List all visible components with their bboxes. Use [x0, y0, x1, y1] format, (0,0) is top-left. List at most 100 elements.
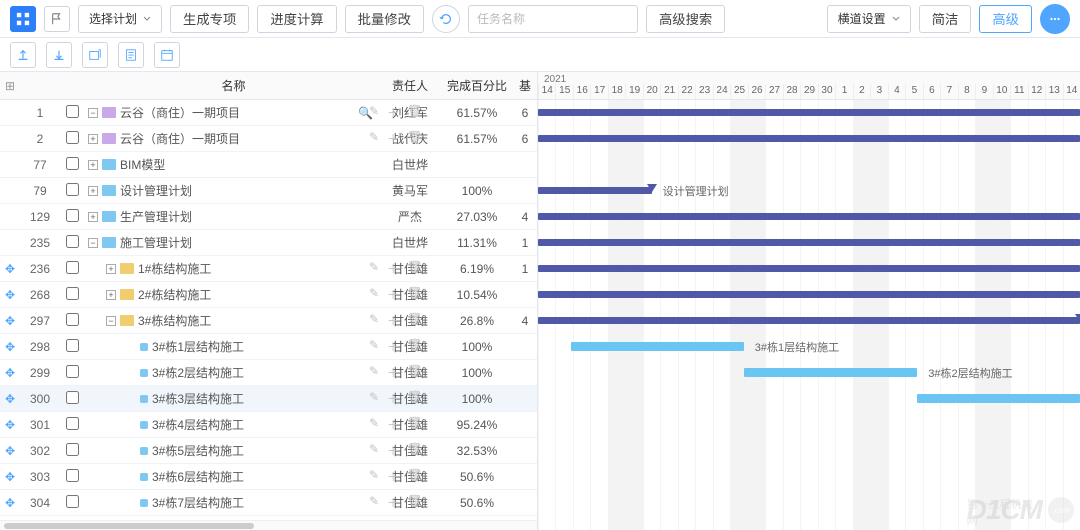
scrollbar-thumb[interactable]	[4, 523, 254, 529]
delete-icon[interactable]: 🗑	[407, 468, 422, 485]
row-checkbox[interactable]	[66, 443, 79, 456]
generate-special-button[interactable]: 生成专项	[170, 5, 249, 33]
row-checkbox[interactable]	[66, 131, 79, 144]
delete-icon[interactable]: 🗑	[407, 364, 422, 381]
delete-icon[interactable]: 🗑	[407, 130, 422, 147]
gantt-row[interactable]	[538, 282, 1080, 308]
edit-icon[interactable]: ✎	[369, 130, 379, 147]
row-checkbox[interactable]	[66, 287, 79, 300]
gantt-row[interactable]	[538, 490, 1080, 516]
table-row[interactable]: ✥ 268 + 2#栋结构施工 ✎ ＋ 🗑 甘佳雄 10.54%	[0, 282, 537, 308]
table-row[interactable]: ✥ 300 3#栋3层结构施工 ✎ ＋ 🗑 甘佳雄 100%	[0, 386, 537, 412]
horizontal-scrollbar[interactable]	[0, 520, 537, 530]
task-name-cell[interactable]: 3#栋5层结构施工	[84, 442, 379, 459]
table-row[interactable]: 77 + BIM模型 白世烨	[0, 152, 537, 178]
delete-icon[interactable]: 🗑	[407, 442, 422, 459]
delete-icon[interactable]: 🗑	[407, 286, 422, 303]
table-row[interactable]: 2 + 云谷（商住）一期项目 ✎ ＋ 🗑 战代庆 61.57% 6	[0, 126, 537, 152]
calendar-button[interactable]	[154, 42, 180, 68]
report-button[interactable]	[118, 42, 144, 68]
gantt-bar[interactable]	[538, 265, 1080, 272]
row-checkbox[interactable]	[66, 339, 79, 352]
gantt-row[interactable]: 设计管理计划	[538, 178, 1080, 204]
gantt-row[interactable]	[538, 126, 1080, 152]
table-row[interactable]: 1 − 云谷（商住）一期项目 🔍 ✎ ＋ 🗑 刘红军 61.57% 6	[0, 100, 537, 126]
add-icon[interactable]: ＋	[387, 130, 399, 147]
expand-toggle[interactable]: −	[88, 238, 98, 248]
table-row[interactable]: ✥ 297 − 3#栋结构施工 ✎ ＋ 🗑 甘佳雄 26.8% 4	[0, 308, 537, 334]
drag-handle-icon[interactable]: ✥	[0, 366, 20, 380]
task-name-cell[interactable]: + 1#栋结构施工	[84, 260, 379, 277]
gantt-row[interactable]	[538, 412, 1080, 438]
gantt-bar[interactable]	[744, 368, 917, 377]
row-checkbox[interactable]	[66, 209, 79, 222]
gantt-row[interactable]	[538, 308, 1080, 334]
delete-icon[interactable]: 🗑	[407, 104, 422, 121]
gantt-row[interactable]	[538, 256, 1080, 282]
gantt-row[interactable]	[538, 438, 1080, 464]
gantt-row[interactable]	[538, 464, 1080, 490]
more-actions-button[interactable]	[1040, 4, 1070, 34]
drag-handle-icon[interactable]: ✥	[0, 392, 20, 406]
add-icon[interactable]: ＋	[387, 416, 399, 433]
row-checkbox[interactable]	[66, 235, 79, 248]
expand-toggle[interactable]: −	[88, 108, 98, 118]
table-row[interactable]: ✥ 236 + 1#栋结构施工 ✎ ＋ 🗑 甘佳雄 6.19% 1	[0, 256, 537, 282]
row-checkbox[interactable]	[66, 417, 79, 430]
gantt-row[interactable]	[538, 204, 1080, 230]
drag-handle-icon[interactable]: ✥	[0, 340, 20, 354]
drag-handle-icon[interactable]: ✥	[0, 418, 20, 432]
drag-handle-icon[interactable]: ✥	[0, 262, 20, 276]
flag-button[interactable]	[44, 6, 70, 32]
task-name-cell[interactable]: + 生产管理计划	[84, 208, 379, 225]
view-grid-button[interactable]	[10, 6, 36, 32]
gantt-settings-dropdown[interactable]: 横道设置	[827, 5, 911, 33]
col-base-header[interactable]: 基	[513, 77, 537, 94]
gantt-row[interactable]: 3#栋2层结构施工	[538, 360, 1080, 386]
task-search-field[interactable]	[468, 5, 638, 33]
simple-mode-button[interactable]: 简洁	[919, 5, 972, 33]
task-name-cell[interactable]: 3#栋6层结构施工	[84, 468, 379, 485]
gantt-bar[interactable]	[538, 213, 1080, 220]
task-name-cell[interactable]: 3#栋3层结构施工	[84, 390, 379, 407]
table-row[interactable]: ✥ 298 3#栋1层结构施工 ✎ ＋ 🗑 甘佳雄 100%	[0, 334, 537, 360]
table-row[interactable]: 79 + 设计管理计划 黄马军 100%	[0, 178, 537, 204]
col-name-header[interactable]: 名称	[84, 77, 379, 94]
gantt-body[interactable]: 设计管理计划 3#栋1层结构施工3#栋2层结构施工	[538, 100, 1080, 530]
gantt-row[interactable]	[538, 100, 1080, 126]
edit-icon[interactable]: ✎	[369, 494, 379, 511]
edit-icon[interactable]: ✎	[369, 364, 379, 381]
drag-handle-icon[interactable]: ✥	[0, 314, 20, 328]
table-row[interactable]: ✥ 301 3#栋4层结构施工 ✎ ＋ 🗑 甘佳雄 95.24%	[0, 412, 537, 438]
gantt-bar[interactable]	[538, 317, 1080, 324]
edit-icon[interactable]: ✎	[369, 468, 379, 485]
table-row[interactable]: ✥ 302 3#栋5层结构施工 ✎ ＋ 🗑 甘佳雄 32.53%	[0, 438, 537, 464]
row-checkbox[interactable]	[66, 105, 79, 118]
expand-toggle[interactable]: +	[88, 160, 98, 170]
add-icon[interactable]: ＋	[387, 286, 399, 303]
gantt-row[interactable]: 3#栋1层结构施工	[538, 334, 1080, 360]
task-name-cell[interactable]: 3#栋1层结构施工	[84, 338, 379, 355]
gantt-bar[interactable]	[571, 342, 744, 351]
edit-icon[interactable]: ✎	[369, 260, 379, 277]
expand-toggle[interactable]: +	[106, 290, 116, 300]
gantt-row[interactable]	[538, 386, 1080, 412]
gantt-bar[interactable]	[538, 187, 652, 194]
delete-icon[interactable]: 🗑	[407, 260, 422, 277]
drag-handle-icon[interactable]: ✥	[0, 444, 20, 458]
add-icon[interactable]: ＋	[387, 364, 399, 381]
advanced-search-button[interactable]: 高级搜索	[646, 5, 725, 33]
advanced-mode-button[interactable]: 高级	[979, 5, 1032, 33]
expand-toggle[interactable]: +	[88, 186, 98, 196]
row-checkbox[interactable]	[66, 313, 79, 326]
add-icon[interactable]: ＋	[387, 442, 399, 459]
delete-icon[interactable]: 🗑	[407, 312, 422, 329]
progress-calc-button[interactable]: 进度计算	[257, 5, 336, 33]
drag-handle-icon[interactable]: ✥	[0, 496, 20, 510]
task-name-cell[interactable]: + 云谷（商住）一期项目	[84, 130, 379, 147]
table-row[interactable]: ✥ 299 3#栋2层结构施工 ✎ ＋ 🗑 甘佳雄 100%	[0, 360, 537, 386]
expand-toggle[interactable]: +	[88, 134, 98, 144]
upload-button[interactable]	[10, 42, 36, 68]
batch-modify-button[interactable]: 批量修改	[345, 5, 424, 33]
plan-select-dropdown[interactable]: 选择计划	[78, 5, 162, 33]
